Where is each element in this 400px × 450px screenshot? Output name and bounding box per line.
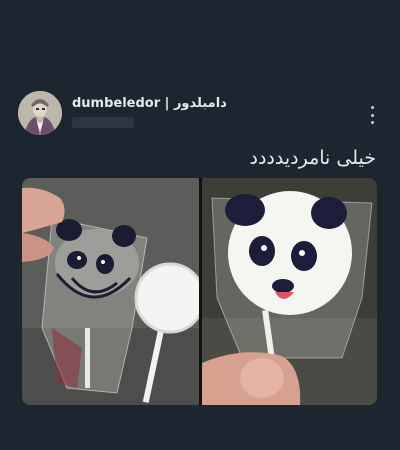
photo-panda-lollipop-left[interactable] (22, 178, 199, 405)
photo-panda-lollipop-right[interactable] (202, 178, 377, 405)
author-avatar[interactable] (18, 91, 62, 135)
wizard-avatar-icon (18, 91, 62, 135)
author-handle-blurred (72, 117, 134, 128)
author-name[interactable]: dumbeledor | دامبلدور (72, 96, 227, 111)
tweet-text: خیلی نامردیدددد (249, 147, 377, 169)
more-vertical-icon[interactable] (366, 106, 378, 124)
tweet-media[interactable] (22, 178, 377, 405)
